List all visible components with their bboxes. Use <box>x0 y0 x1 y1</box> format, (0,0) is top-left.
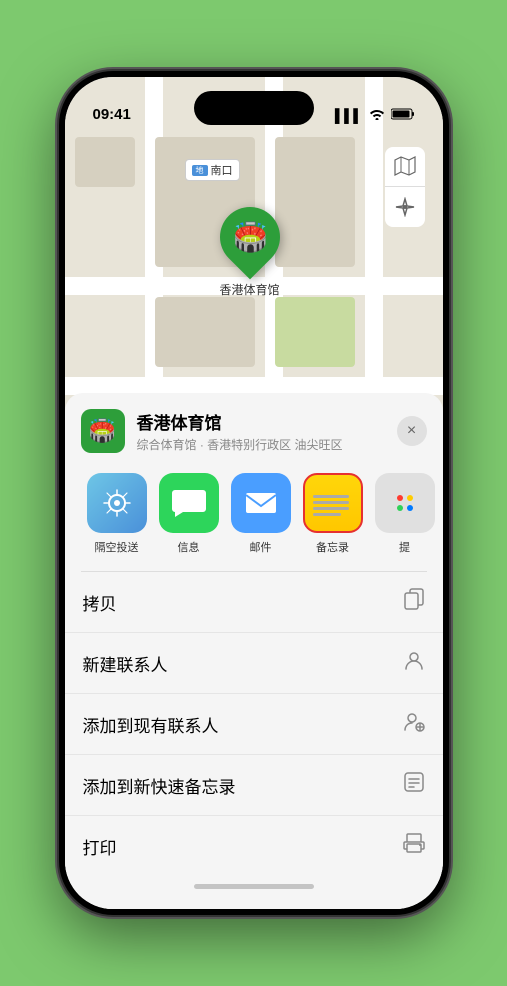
phone-screen: 09:41 ▌▌▌ <box>65 77 443 909</box>
quick-note-icon <box>403 771 425 799</box>
venue-sub: 综合体育馆 · 香港特别行政区 油尖旺区 <box>137 436 397 453</box>
close-button[interactable]: × <box>397 416 427 446</box>
action-quick-note-label: 添加到新快速备忘录 <box>83 773 236 798</box>
venue-name: 香港体育馆 <box>137 409 397 434</box>
dot-green <box>397 505 403 511</box>
dynamic-island <box>194 91 314 125</box>
status-icons: ▌▌▌ <box>335 108 415 123</box>
share-row: 隔空投送 信息 邮件 <box>65 465 443 571</box>
dot-yellow <box>407 495 413 501</box>
sheet-header: 🏟️ 香港体育馆 综合体育馆 · 香港特别行政区 油尖旺区 × <box>65 393 443 465</box>
dot-red <box>397 495 403 501</box>
map-label-icon: 地 <box>192 165 208 176</box>
sheet-title: 香港体育馆 综合体育馆 · 香港特别行政区 油尖旺区 <box>137 409 397 453</box>
action-quick-note[interactable]: 添加到新快速备忘录 <box>65 754 443 815</box>
map-label-box: 地 南口 <box>185 159 240 181</box>
signal-icon: ▌▌▌ <box>335 108 363 123</box>
phone-frame: 09:41 ▌▌▌ <box>59 71 449 915</box>
action-new-contact-label: 新建联系人 <box>83 651 168 676</box>
pin-bubble: 🏟️ <box>207 195 292 280</box>
more-icon-wrapper <box>375 473 435 533</box>
mail-icon-wrapper <box>231 473 291 533</box>
pin-inner-icon: 🏟️ <box>232 221 267 254</box>
location-btn[interactable] <box>385 187 425 227</box>
map-block5 <box>75 137 135 187</box>
share-messages[interactable]: 信息 <box>153 473 225 555</box>
action-copy[interactable]: 拷贝 <box>65 572 443 632</box>
action-print[interactable]: 打印 <box>65 815 443 876</box>
share-mail[interactable]: 邮件 <box>225 473 297 555</box>
more-label: 提 <box>399 539 410 555</box>
dot-blue <box>407 505 413 511</box>
print-icon <box>403 832 425 860</box>
add-contact-icon <box>403 710 425 738</box>
battery-icon <box>391 108 415 123</box>
map-type-btn[interactable] <box>385 147 425 187</box>
home-indicator <box>194 884 314 889</box>
airdrop-label: 隔空投送 <box>95 539 139 555</box>
share-notes[interactable]: 备忘录 <box>297 473 369 555</box>
map-block2 <box>275 137 355 267</box>
pin-label: 香港体育馆 <box>220 281 280 298</box>
wifi-icon <box>369 108 385 123</box>
share-more[interactable]: 提 <box>369 473 441 555</box>
messages-label: 信息 <box>178 539 200 555</box>
action-copy-label: 拷贝 <box>83 590 117 615</box>
messages-icon-wrapper <box>159 473 219 533</box>
action-print-label: 打印 <box>83 834 117 859</box>
action-new-contact[interactable]: 新建联系人 <box>65 632 443 693</box>
map-block3 <box>155 297 255 367</box>
share-airdrop[interactable]: 隔空投送 <box>81 473 153 555</box>
map-pin: 🏟️ 香港体育馆 <box>220 207 280 298</box>
map-controls <box>385 147 425 227</box>
new-contact-icon <box>403 649 425 677</box>
more-dots-bottom <box>397 505 413 511</box>
action-add-contact[interactable]: 添加到现有联系人 <box>65 693 443 754</box>
venue-icon: 🏟️ <box>81 409 125 453</box>
home-indicator-area <box>65 876 443 889</box>
bottom-sheet: 🏟️ 香港体育馆 综合体育馆 · 香港特别行政区 油尖旺区 × 隔空投送 <box>65 393 443 909</box>
action-add-contact-label: 添加到现有联系人 <box>83 712 219 737</box>
mail-label: 邮件 <box>250 539 272 555</box>
copy-icon <box>403 588 425 616</box>
status-time: 09:41 <box>93 106 131 123</box>
more-dots-top <box>397 495 413 501</box>
airdrop-icon-wrapper <box>87 473 147 533</box>
notes-label: 备忘录 <box>316 539 349 555</box>
map-green1 <box>275 297 355 367</box>
notes-icon-wrapper <box>303 473 363 533</box>
map-label-text: 南口 <box>211 162 233 178</box>
